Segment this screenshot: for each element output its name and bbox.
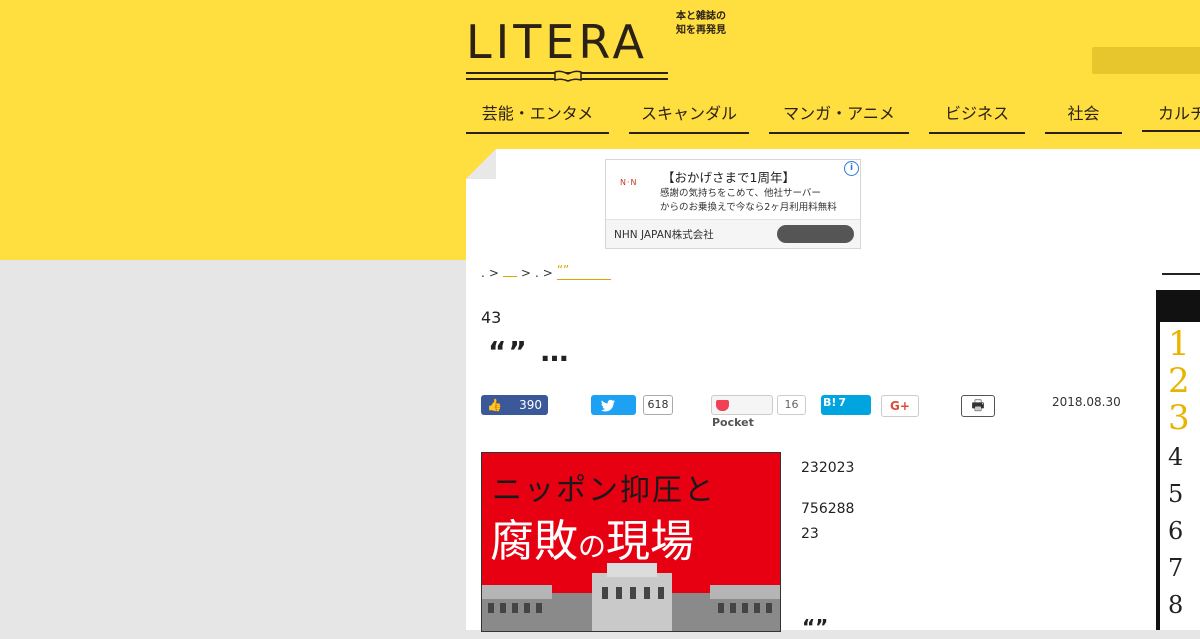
breadcrumb-home[interactable]: . (481, 266, 485, 280)
logo-tagline: 本と雑誌の 知を再発見 (676, 10, 746, 38)
rank-number[interactable]: 7 (1168, 554, 1183, 582)
twitter-count: 618 (643, 395, 673, 415)
sidebar-divider (1162, 273, 1200, 275)
cover-title-word-2: 現場 (606, 516, 695, 567)
breadcrumb-separator: > (542, 266, 553, 280)
page-corner-fold (466, 149, 496, 179)
nav-item-entertainment[interactable]: 芸能・エンタメ (466, 100, 609, 134)
facebook-like-button[interactable]: 👍 390 (481, 395, 548, 415)
rank-number[interactable]: 2 (1168, 363, 1190, 399)
book-cover-image[interactable]: ニッポン抑圧と 腐敗の現場 (481, 452, 781, 632)
article-paragraph: 756288 (801, 501, 855, 517)
rank-number[interactable]: 4 (1168, 443, 1183, 471)
article-date: 2018.08.30 (1052, 395, 1121, 409)
share-bar: 👍 390 618 Pocket 16 B! 7 G+ 🖶 (481, 395, 1141, 429)
twitter-bird-icon (600, 395, 616, 415)
logo-tagline-2: 知を再発見 (676, 25, 726, 36)
printer-icon: 🖶 (971, 398, 985, 414)
rank-number[interactable]: 8 (1168, 591, 1183, 619)
pocket-icon (716, 399, 729, 411)
breadcrumb: . > >. > “” (481, 264, 611, 280)
article-body: 232023 756288 23 (801, 456, 854, 547)
search-input[interactable] (1092, 47, 1200, 74)
breadcrumb-current[interactable]: “” (556, 264, 611, 280)
breadcrumb-dot[interactable]: . (535, 266, 539, 280)
rank-number[interactable]: 3 (1168, 400, 1190, 436)
article-paragraph: 23 (801, 526, 819, 542)
ad-cta-button[interactable] (777, 225, 854, 243)
google-plus-button[interactable]: G+ (881, 395, 919, 417)
cover-title-particle: の (578, 530, 607, 563)
nav-item-manga-anime[interactable]: マンガ・アニメ (769, 100, 909, 134)
pocket-label: Pocket (712, 416, 754, 429)
breadcrumb-separator: > (520, 266, 531, 280)
cover-title-word-1: 腐敗 (490, 516, 578, 567)
ranking-list: 1 2 3 4 5 6 7 8 (1160, 322, 1200, 630)
logo-tagline-1: 本と雑誌の (676, 11, 726, 22)
article-headline: “” … (488, 335, 571, 368)
logo-wordmark: LITERA (466, 15, 648, 69)
ad-info-icon[interactable]: i (844, 161, 859, 176)
ad-footer: NHN JAPAN株式会社 (606, 219, 860, 248)
rank-number[interactable]: 5 (1168, 480, 1183, 508)
diet-building-illustration (482, 563, 780, 631)
ad-banner[interactable]: N·N 【おかげさまで1周年】 感謝の気持ちをこめて、他社サーバー からのお乗換… (605, 159, 861, 249)
cover-title-line-1: ニッポン抑圧と (492, 473, 716, 508)
hatena-bookmark-button[interactable]: B! 7 (821, 395, 871, 415)
ranking-widget: 1 2 3 4 5 6 7 8 (1156, 290, 1200, 630)
print-button[interactable]: 🖶 (961, 395, 995, 417)
nav-item-culture[interactable]: カルチャー (1142, 100, 1200, 132)
hatena-count: 7 (838, 396, 847, 409)
ad-logo: N·N (620, 178, 638, 187)
article-paragraph: 232023 (801, 460, 855, 476)
article-quote: “” (802, 615, 829, 639)
breadcrumb-separator: > (488, 266, 499, 280)
article-panel: N·N 【おかげさまで1周年】 感謝の気持ちをこめて、他社サーバー からのお乗換… (466, 149, 1200, 639)
nav-item-business[interactable]: ビジネス (929, 100, 1025, 134)
rank-number[interactable]: 6 (1168, 517, 1183, 545)
pocket-count: 16 (777, 395, 806, 415)
hatena-label: B! (823, 396, 837, 409)
twitter-share-button[interactable] (591, 395, 636, 415)
site-logo[interactable]: LITERA 本と雑誌の 知を再発見 (466, 10, 746, 90)
article-kicker: 43 (481, 308, 502, 327)
ad-body-line-1: 感謝の気持ちをこめて、他社サーバー (660, 188, 821, 199)
facebook-count: 390 (519, 398, 542, 412)
ad-body: 感謝の気持ちをこめて、他社サーバー からのお乗換えで今なら2ヶ月利用料無料 (660, 187, 856, 215)
nav-item-society[interactable]: 社会 (1045, 100, 1122, 134)
cover-title-line-2: 腐敗の現場 (490, 505, 694, 569)
book-icon (554, 70, 582, 82)
breadcrumb-category[interactable] (502, 276, 517, 277)
nav-item-scandal[interactable]: スキャンダル (629, 100, 749, 134)
ad-company: NHN JAPAN株式会社 (614, 229, 714, 241)
rank-number[interactable]: 1 (1168, 326, 1190, 362)
pocket-button[interactable]: Pocket (711, 395, 773, 429)
ad-title: 【おかげさまで1周年】 (662, 170, 795, 185)
ad-body-line-2: からのお乗換えで今なら2ヶ月利用料無料 (660, 202, 837, 213)
thumbs-up-icon: 👍 (487, 398, 502, 412)
